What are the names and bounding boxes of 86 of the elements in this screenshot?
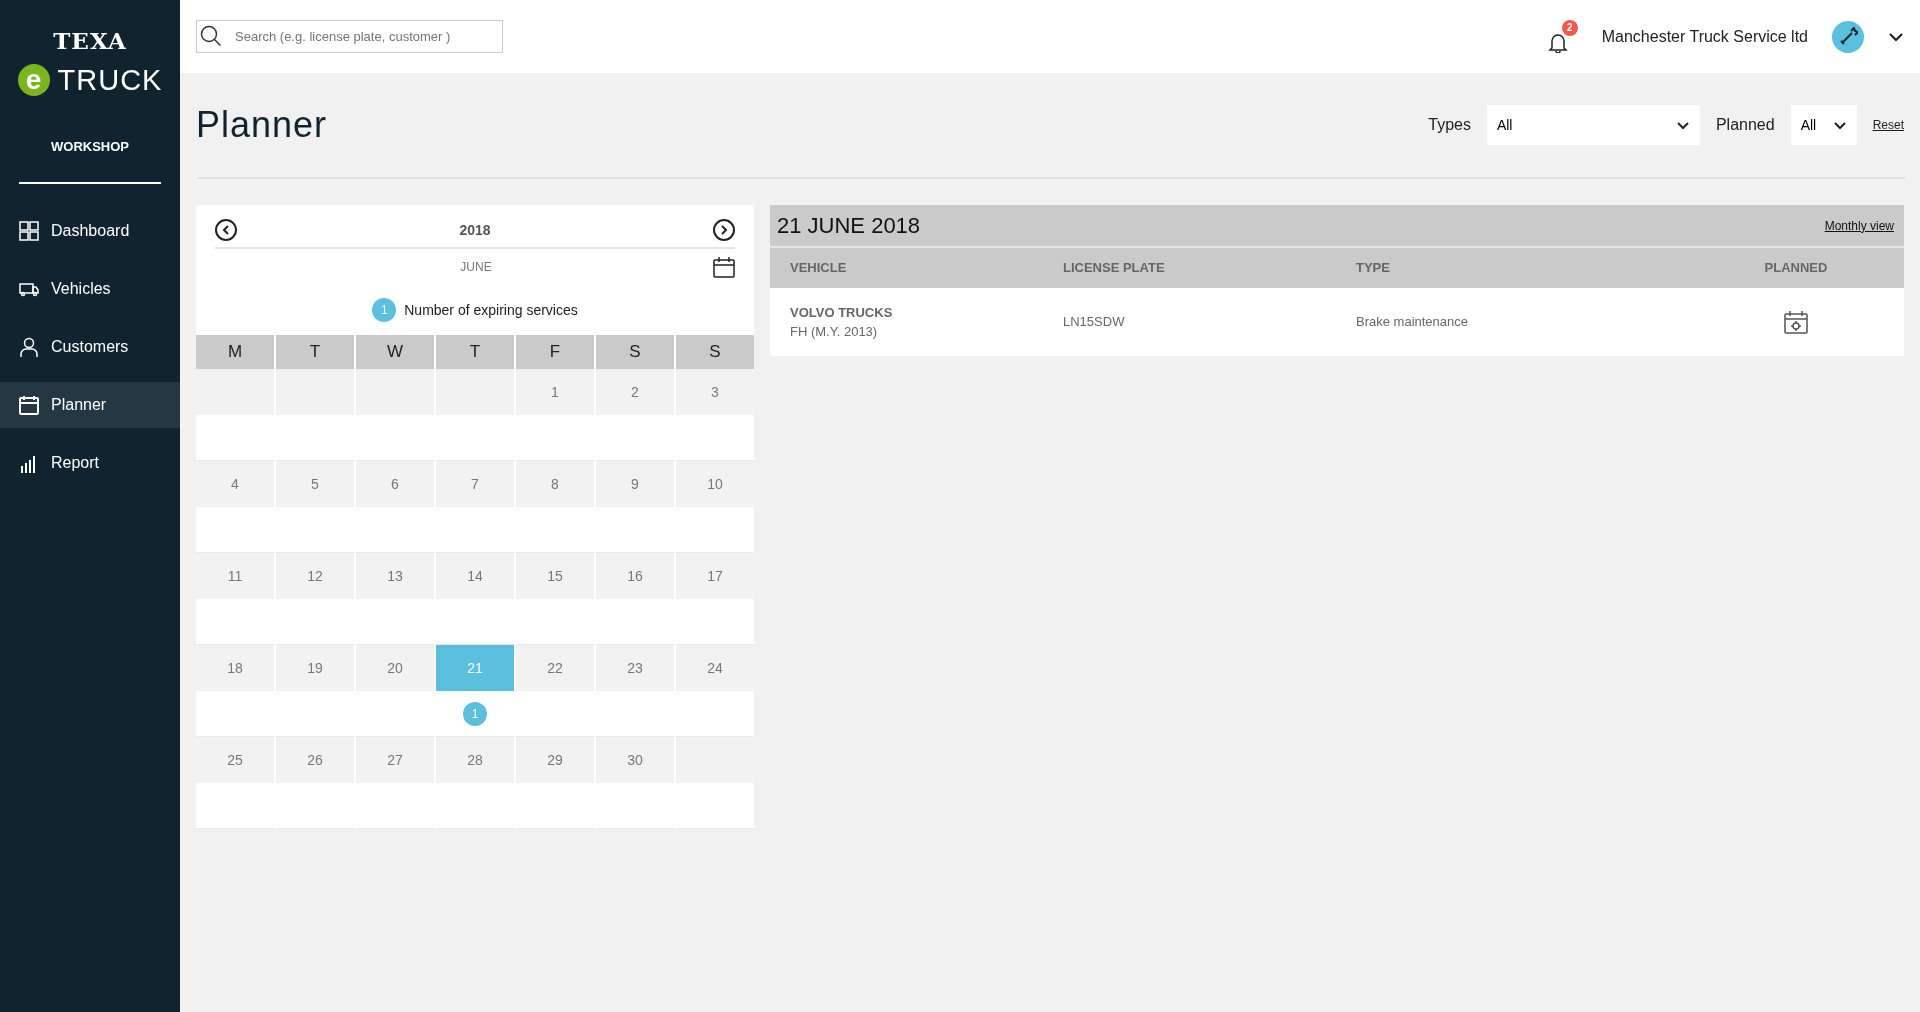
- filter-dropdown[interactable]: All: [1790, 105, 1857, 145]
- day-cell[interactable]: 2: [596, 369, 674, 415]
- column-header: VEHICLE: [790, 260, 847, 276]
- next-button[interactable]: [713, 219, 735, 241]
- sidebar-item[interactable]: Planner: [0, 382, 180, 428]
- day-cell[interactable]: 9: [596, 461, 674, 507]
- day-cell[interactable]: 4: [196, 461, 274, 507]
- weekday-header: S: [596, 335, 674, 369]
- day-cell[interactable]: 29: [516, 737, 594, 783]
- chevron-left-icon: [222, 225, 230, 235]
- vehicle-make: VOLVO TRUCKS: [790, 303, 894, 322]
- bell-icon: [1547, 31, 1568, 54]
- chevron-right-icon: [720, 225, 728, 235]
- day-cell[interactable]: 15: [516, 553, 594, 599]
- year-label: 2018: [459, 220, 491, 240]
- weekday-header: S: [676, 335, 754, 369]
- filter-label: Planned: [1715, 115, 1775, 135]
- column-header: TYPE: [1356, 260, 1390, 276]
- day-cell[interactable]: 8: [516, 461, 594, 507]
- day-cell[interactable]: 17: [676, 553, 754, 599]
- legend-text: Number of expiring services: [404, 300, 578, 320]
- company-name: Manchester Truck Service ltd: [1601, 26, 1808, 47]
- day-cell[interactable]: 3: [676, 369, 754, 415]
- month-label: JUNE: [460, 259, 492, 276]
- column-header: LICENSE PLATE: [1063, 260, 1165, 276]
- sidebar-item[interactable]: Customers: [0, 324, 180, 370]
- date-heading: 21 JUNE 2018: [777, 212, 921, 240]
- table-cell: LN15SDW: [1063, 314, 1125, 330]
- day-cell[interactable]: 10: [676, 461, 754, 507]
- calendar-button[interactable]: [713, 256, 735, 278]
- day-cell[interactable]: 18: [196, 645, 274, 691]
- day-cell[interactable]: 21: [436, 645, 514, 691]
- search-field[interactable]: Search (e.g. license plate, customer ): [196, 20, 503, 53]
- person-icon: [19, 336, 39, 358]
- count-badge: 1: [372, 298, 397, 322]
- count-badge: 1: [463, 701, 487, 726]
- page-title: Planner: [196, 103, 328, 147]
- vehicle-model: FH (M.Y. 2013): [790, 323, 879, 341]
- calendar-icon: [19, 394, 39, 416]
- day-cell[interactable]: 13: [356, 553, 434, 599]
- day-cell[interactable]: 23: [596, 645, 674, 691]
- weekday-header: T: [436, 335, 514, 369]
- chevron-down-icon: [1675, 120, 1690, 130]
- column-header: PLANNED: [1764, 260, 1828, 276]
- weekday-header: T: [276, 335, 354, 369]
- logo-text: TEXA: [52, 26, 128, 56]
- search-icon: [200, 25, 222, 47]
- weekday-header: F: [516, 335, 594, 369]
- day-cell[interactable]: 25: [196, 737, 274, 783]
- sidebar-item[interactable]: Report: [0, 440, 180, 486]
- grid-icon: [19, 220, 39, 242]
- day-cell[interactable]: 20: [356, 645, 434, 691]
- logo-text: TRUCK: [57, 62, 163, 98]
- reset-link[interactable]: Reset: [1872, 116, 1904, 134]
- day-cell[interactable]: 28: [436, 737, 514, 783]
- day-cell[interactable]: 19: [276, 645, 354, 691]
- avatar[interactable]: [1832, 20, 1864, 53]
- day-cell[interactable]: 24: [676, 645, 754, 691]
- day-cell[interactable]: 1: [516, 369, 594, 415]
- notification-button[interactable]: 2: [1547, 19, 1578, 54]
- section-label: WORKSHOP: [51, 139, 129, 154]
- day-cell[interactable]: 12: [276, 553, 354, 599]
- day-cell[interactable]: 5: [276, 461, 354, 507]
- day-cell[interactable]: 26: [276, 737, 354, 783]
- sidebar-item[interactable]: Vehicles: [0, 266, 180, 312]
- filter-label: Types: [1428, 115, 1471, 135]
- filter-dropdown[interactable]: All: [1486, 105, 1700, 145]
- day-cell[interactable]: 30: [596, 737, 674, 783]
- day-cell[interactable]: 7: [436, 461, 514, 507]
- day-cell[interactable]: 11: [196, 553, 274, 599]
- chevron-down-icon: [1888, 31, 1904, 42]
- day-cell[interactable]: 14: [436, 553, 514, 599]
- chevron-down-icon: [1832, 120, 1847, 130]
- sidebar-item[interactable]: Dashboard: [0, 208, 180, 254]
- monthly-view-link[interactable]: Monthly view: [1824, 216, 1894, 235]
- table-cell: Brake maintenance: [1356, 314, 1468, 330]
- logo-badge: e: [17, 64, 50, 97]
- day-cell[interactable]: 22: [516, 645, 594, 691]
- weekday-header: M: [196, 335, 274, 369]
- weekday-header: W: [356, 335, 434, 369]
- day-cell[interactable]: 27: [356, 737, 434, 783]
- notification-badge: 2: [1561, 19, 1578, 36]
- day-cell[interactable]: 16: [596, 553, 674, 599]
- previous-button[interactable]: [215, 219, 237, 241]
- day-cell[interactable]: 6: [356, 461, 434, 507]
- wrench-icon: [1838, 26, 1858, 47]
